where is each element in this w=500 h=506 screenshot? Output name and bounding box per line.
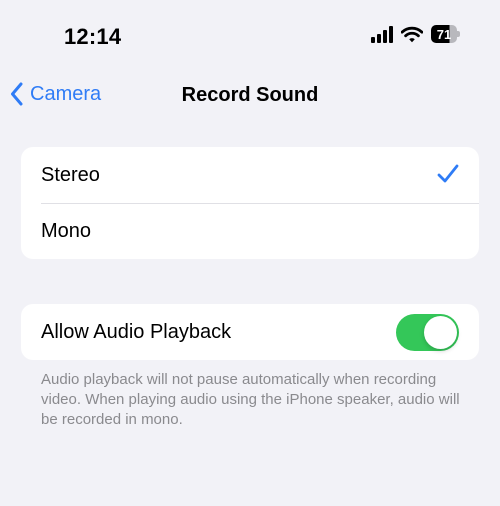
status-bar: 12:14 71 <box>0 0 500 74</box>
battery-level: 71 <box>436 26 452 42</box>
status-icons: 71 <box>371 25 460 43</box>
option-stereo[interactable]: Stereo <box>21 147 479 203</box>
status-time: 12:14 <box>64 24 122 49</box>
allow-audio-playback-toggle[interactable] <box>396 314 459 351</box>
sound-options-group: Stereo Mono <box>21 147 479 259</box>
signal-icon <box>371 25 393 43</box>
allow-audio-playback-row: Allow Audio Playback <box>21 304 479 360</box>
back-button[interactable]: Camera <box>10 82 101 106</box>
playback-description: Audio playback will not pause automatica… <box>41 371 460 428</box>
toggle-knob <box>424 316 457 349</box>
playback-group: Allow Audio Playback <box>21 304 479 360</box>
wifi-icon <box>401 26 423 42</box>
option-label: Mono <box>41 219 92 242</box>
allow-audio-playback-label: Allow Audio Playback <box>41 320 232 343</box>
option-mono[interactable]: Mono <box>21 203 479 259</box>
chevron-left-icon <box>11 82 23 106</box>
checkmark-icon <box>437 164 459 183</box>
back-label: Camera <box>30 82 102 105</box>
battery-icon: 71 <box>431 25 460 43</box>
nav-bar: Camera Record Sound <box>0 74 500 120</box>
option-label: Stereo <box>41 163 100 186</box>
